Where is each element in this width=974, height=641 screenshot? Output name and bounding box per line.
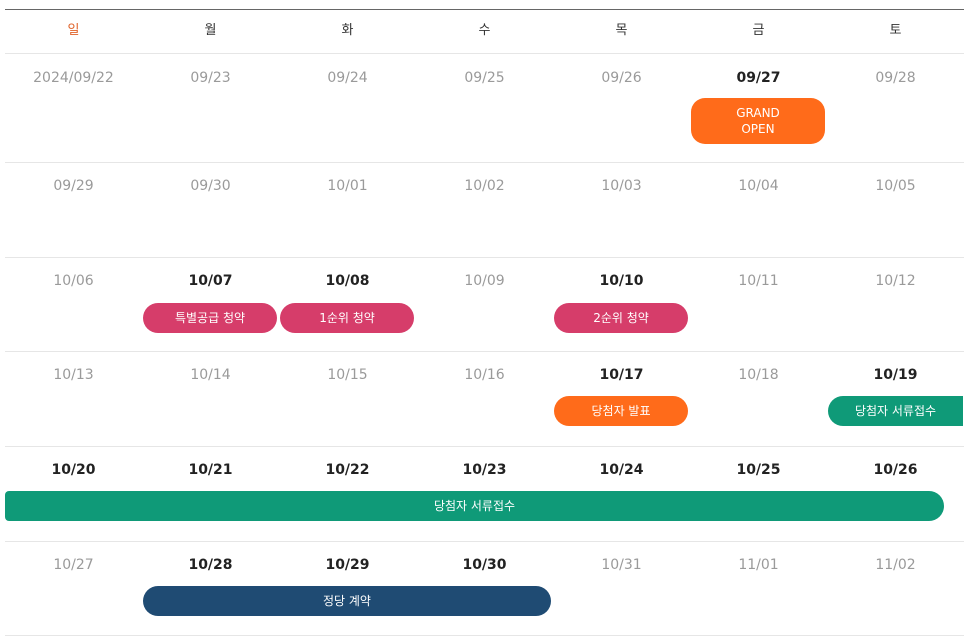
day-cell: 10/05 bbox=[827, 162, 964, 257]
week-row: 10/06 10/07 10/08 10/09 10/10 10/11 10/12 특별공급 … bbox=[5, 257, 964, 352]
weekday-wed: 수 bbox=[478, 23, 491, 38]
day-cell: 10/31 bbox=[553, 541, 690, 635]
day-cell: 09/30 bbox=[142, 162, 279, 257]
day-date: 10/03 bbox=[601, 178, 642, 194]
day-cell: 10/02 bbox=[416, 162, 553, 257]
day-date: 10/27 bbox=[53, 557, 94, 573]
day-cell: 10/06 bbox=[5, 257, 142, 351]
day-cell: 10/14 bbox=[142, 351, 279, 446]
day-cell: 09/29 bbox=[5, 162, 142, 257]
day-date: 10/09 bbox=[464, 273, 505, 289]
event-bar[interactable]: 정당 계약 bbox=[143, 586, 551, 616]
day-date: 10/07 bbox=[188, 273, 233, 289]
day-date: 11/01 bbox=[738, 557, 779, 573]
day-date: 10/21 bbox=[188, 462, 233, 478]
day-date: 10/24 bbox=[599, 462, 644, 478]
day-date: 10/25 bbox=[736, 462, 781, 478]
event-bar[interactable]: 당첨자 서류접수 bbox=[828, 396, 963, 426]
week-row: 10/20 10/21 10/22 10/23 10/24 10/25 10/26 당첨자 서… bbox=[5, 446, 964, 542]
day-cell: 09/24 bbox=[279, 54, 416, 162]
day-cell: 10/12 bbox=[827, 257, 964, 351]
day-date: 10/31 bbox=[601, 557, 642, 573]
day-cell: 10/16 bbox=[416, 351, 553, 446]
day-cell: 09/23 bbox=[142, 54, 279, 162]
day-date: 10/17 bbox=[599, 367, 644, 383]
day-date: 09/28 bbox=[875, 70, 916, 86]
day-date: 09/25 bbox=[464, 70, 505, 86]
day-date: 09/26 bbox=[601, 70, 642, 86]
day-date: 10/16 bbox=[464, 367, 505, 383]
day-date: 10/19 bbox=[873, 367, 918, 383]
day-cell: 11/02 bbox=[827, 541, 964, 635]
day-cell: 09/25 bbox=[416, 54, 553, 162]
day-cell: 10/13 bbox=[5, 351, 142, 446]
event-bar[interactable]: 2순위 청약 bbox=[554, 303, 688, 333]
day-date: 10/06 bbox=[53, 273, 94, 289]
day-date: 10/01 bbox=[327, 178, 368, 194]
weekday-fri: 금 bbox=[752, 23, 765, 38]
day-cell: 10/11 bbox=[690, 257, 827, 351]
day-date: 10/11 bbox=[738, 273, 779, 289]
day-date: 09/30 bbox=[190, 178, 231, 194]
event-bar[interactable]: 당첨자 발표 bbox=[554, 396, 688, 426]
day-date: 10/08 bbox=[325, 273, 370, 289]
day-date: 10/18 bbox=[738, 367, 779, 383]
day-date: 10/23 bbox=[462, 462, 507, 478]
day-cell: 10/27 bbox=[5, 541, 142, 635]
day-date: 10/10 bbox=[599, 273, 644, 289]
weekday-sun: 일 bbox=[67, 23, 80, 38]
week-row: 10/27 10/28 10/29 10/30 10/31 11/01 11/02 정당 계약 bbox=[5, 541, 964, 636]
day-date: 10/13 bbox=[53, 367, 94, 383]
event-bar[interactable]: 특별공급 청약 bbox=[143, 303, 277, 333]
day-date: 10/04 bbox=[738, 178, 779, 194]
day-date: 2024/09/22 bbox=[33, 70, 114, 86]
day-date: 09/27 bbox=[736, 70, 781, 86]
weekday-mon: 월 bbox=[204, 23, 217, 38]
day-date: 09/23 bbox=[190, 70, 231, 86]
day-cell: 10/18 bbox=[690, 351, 827, 446]
week-row: 2024/09/22 09/23 09/24 09/25 09/26 09/27 09/28… bbox=[5, 54, 964, 163]
weekday-header: 일 월 화 수 목 금 토 bbox=[5, 9, 964, 54]
day-date: 10/12 bbox=[875, 273, 916, 289]
day-date: 10/14 bbox=[190, 367, 231, 383]
day-date: 09/29 bbox=[53, 178, 94, 194]
day-date: 09/24 bbox=[327, 70, 368, 86]
weekday-thu: 목 bbox=[615, 23, 628, 38]
week-row: 09/29 09/30 10/01 10/02 10/03 10/04 10/05 bbox=[5, 162, 964, 258]
day-cell: 10/03 bbox=[553, 162, 690, 257]
day-date: 10/20 bbox=[51, 462, 96, 478]
event-bar[interactable]: GRAND OPEN bbox=[691, 98, 825, 144]
day-date: 10/22 bbox=[325, 462, 370, 478]
event-bar[interactable]: 당첨자 서류접수 bbox=[5, 491, 944, 521]
week-row: 10/13 10/14 10/15 10/16 10/17 10/18 10/19 당첨자 발… bbox=[5, 351, 964, 447]
event-bar[interactable]: 1순위 청약 bbox=[280, 303, 414, 333]
weekday-sat: 토 bbox=[889, 23, 902, 38]
day-date: 10/26 bbox=[873, 462, 918, 478]
day-cell: 11/01 bbox=[690, 541, 827, 635]
day-date: 10/02 bbox=[464, 178, 505, 194]
day-cell: 09/26 bbox=[553, 54, 690, 162]
day-date: 10/28 bbox=[188, 557, 233, 573]
day-cell: 10/01 bbox=[279, 162, 416, 257]
weekday-tue: 화 bbox=[341, 23, 354, 38]
day-cell: 2024/09/22 bbox=[5, 54, 142, 162]
day-date: 10/15 bbox=[327, 367, 368, 383]
day-cell: 10/04 bbox=[690, 162, 827, 257]
day-date: 11/02 bbox=[875, 557, 916, 573]
day-cell: 09/28 bbox=[827, 54, 964, 162]
day-cell: 10/09 bbox=[416, 257, 553, 351]
day-date: 10/05 bbox=[875, 178, 916, 194]
day-date: 10/29 bbox=[325, 557, 370, 573]
day-cell: 10/15 bbox=[279, 351, 416, 446]
day-date: 10/30 bbox=[462, 557, 507, 573]
